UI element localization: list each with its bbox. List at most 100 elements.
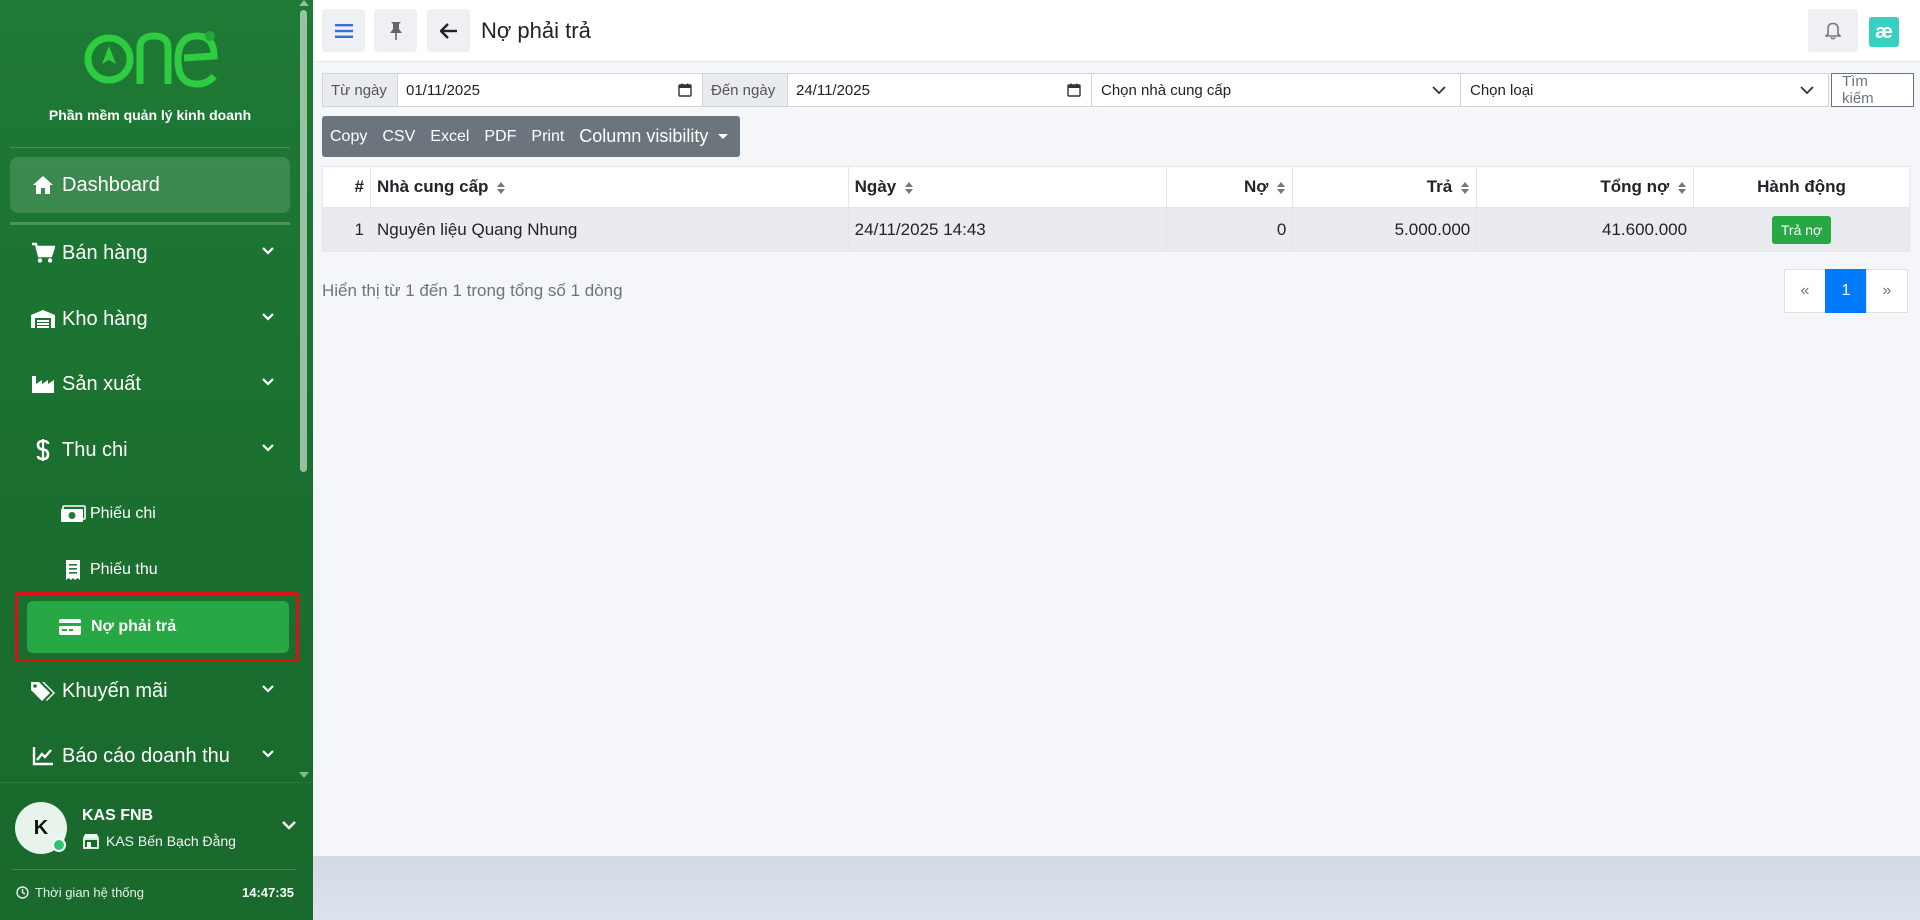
sidebar-subitem-label: Phiếu chi — [90, 505, 156, 522]
tags-icon — [30, 678, 56, 704]
sort-icon — [497, 181, 506, 194]
column-header-action: Hành động — [1693, 166, 1910, 208]
calendar-icon[interactable] — [678, 83, 692, 97]
chevron-down-icon — [262, 750, 274, 758]
cell-debt: 0 — [1166, 207, 1294, 252]
chevron-down-icon[interactable] — [282, 821, 296, 830]
pagination-prev[interactable]: « — [1784, 269, 1826, 313]
hamburger-icon — [334, 23, 353, 38]
pagination-next[interactable]: » — [1866, 269, 1908, 313]
csv-button[interactable]: CSV — [382, 128, 415, 146]
caret-down-icon — [718, 134, 729, 139]
chevron-down-icon — [1800, 86, 1814, 95]
notification-button[interactable] — [1808, 9, 1858, 52]
chevron-down-icon — [262, 444, 274, 452]
table-info: Hiển thị từ 1 đến 1 trong tổng số 1 dòng — [322, 281, 623, 300]
sidebar-scrollbar[interactable] — [300, 10, 307, 472]
brand-badge[interactable]: æ — [1869, 17, 1899, 47]
credit-card-icon — [57, 616, 83, 638]
brand: Phần mềm quản lý kinh doanh — [0, 28, 300, 123]
from-date-input[interactable]: 01/11/2025 — [398, 73, 703, 107]
sidebar-subitem-phieu-thu[interactable]: Phiếu thu — [60, 550, 158, 590]
supplier-select[interactable]: Chọn nhà cung cấp — [1092, 73, 1461, 107]
main-content: Nợ phải trả æ Từ ngày 01/11/2025 Đến ngà… — [313, 0, 1920, 920]
user-store: KAS Bến Bạch Đằng — [82, 833, 236, 849]
clock-icon — [16, 886, 29, 899]
one-logo — [84, 31, 218, 88]
system-time: 14:47:35 — [242, 885, 295, 900]
table-row: 1 Nguyên liệu Quang Nhung 24/11/2025 14:… — [322, 207, 1910, 252]
user-panel: K KAS FNB KAS Bến Bạch Đằng Thời gian hệ… — [0, 782, 313, 920]
sidebar-item-khuyen-mai[interactable]: Khuyến mãi — [10, 663, 290, 719]
type-select[interactable]: Chọn loại — [1461, 73, 1829, 107]
online-status-dot — [52, 838, 66, 852]
print-button[interactable]: Print — [531, 128, 564, 146]
excel-button[interactable]: Excel — [430, 128, 469, 146]
divider — [10, 147, 290, 148]
divider — [12, 869, 296, 870]
pin-button[interactable] — [374, 9, 417, 52]
scroll-up-arrow[interactable] — [299, 0, 309, 6]
factory-icon — [30, 371, 56, 397]
arrow-left-icon — [439, 22, 457, 39]
chevron-down-icon — [1432, 86, 1446, 95]
sidebar-item-kho-hang[interactable]: Kho hàng — [10, 291, 290, 347]
search-button[interactable]: Tìm kiếm — [1831, 73, 1914, 107]
sort-icon — [1678, 181, 1687, 194]
to-date-input[interactable]: 24/11/2025 — [788, 73, 1092, 107]
scroll-down-arrow[interactable] — [299, 772, 309, 778]
pagination: « 1 » — [1784, 269, 1908, 313]
column-header-supplier[interactable]: Nhà cung cấp — [369, 166, 849, 208]
pay-debt-button[interactable]: Trả nợ — [1771, 215, 1832, 244]
pdf-button[interactable]: PDF — [484, 128, 516, 146]
calendar-icon[interactable] — [1067, 83, 1081, 97]
money-bill-icon — [60, 502, 86, 526]
user-name: KAS FNB — [82, 807, 154, 824]
cell-index: 1 — [322, 207, 371, 252]
store-icon — [82, 833, 100, 849]
sort-icon — [1461, 181, 1470, 194]
cell-date: 24/11/2025 14:43 — [847, 207, 1168, 252]
column-header-total-debt[interactable]: Tổng nợ — [1476, 166, 1695, 208]
sidebar-subitem-phieu-chi[interactable]: Phiếu chi — [60, 494, 156, 534]
home-icon — [30, 172, 56, 198]
pagination-page-1[interactable]: 1 — [1825, 269, 1867, 313]
chevron-down-icon — [262, 685, 274, 693]
chart-line-icon — [30, 743, 56, 769]
column-header-debt[interactable]: Nợ — [1166, 166, 1294, 208]
sidebar-subitem-label: Phiếu thu — [90, 561, 158, 578]
column-visibility-label: Column visibility — [579, 126, 709, 146]
sidebar-subitem-no-phai-tra[interactable]: Nợ phải trả — [27, 601, 289, 653]
back-button[interactable] — [427, 9, 470, 52]
to-date-label: Đến ngày — [703, 73, 788, 107]
cart-icon — [30, 240, 56, 266]
cell-supplier: Nguyên liệu Quang Nhung — [369, 207, 849, 252]
sidebar-item-bao-cao-doanh-thu[interactable]: Báo cáo doanh thu — [10, 728, 290, 782]
column-header-date[interactable]: Ngày — [847, 166, 1168, 208]
chevron-down-icon — [262, 313, 274, 321]
type-placeholder: Chọn loại — [1470, 81, 1534, 99]
column-visibility-button[interactable]: Column visibility — [579, 126, 729, 147]
menu-toggle-button[interactable] — [322, 9, 365, 52]
system-time-label: Thời gian hệ thống — [16, 885, 144, 900]
copy-button[interactable]: Copy — [330, 128, 367, 146]
export-toolbar: Copy CSV Excel PDF Print Column visibili… — [322, 116, 740, 157]
column-header-paid[interactable]: Trả — [1292, 166, 1478, 208]
sidebar-item-ban-hang[interactable]: Bán hàng — [10, 225, 290, 281]
pin-icon — [389, 21, 402, 40]
sidebar-menu: Phần mềm quản lý kinh doanh Dashboard Bá… — [0, 0, 313, 782]
sidebar-item-dashboard[interactable]: Dashboard — [10, 157, 290, 213]
sidebar-subitem-label: Nợ phải trả — [91, 618, 177, 635]
sidebar-item-thu-chi[interactable]: Thu chi — [10, 422, 290, 478]
sidebar-item-label: Sản xuất — [62, 372, 141, 395]
topbar: Nợ phải trả æ — [313, 0, 1920, 62]
bell-icon — [1825, 22, 1841, 40]
sidebar-item-san-xuat[interactable]: Sản xuất — [10, 356, 290, 412]
sidebar-item-label: Bán hàng — [62, 241, 148, 264]
chevron-down-icon — [262, 247, 274, 255]
system-time-text: Thời gian hệ thống — [35, 885, 144, 900]
sort-icon — [1277, 181, 1286, 194]
cell-action: Trả nợ — [1693, 207, 1910, 252]
debt-table: # Nhà cung cấp Ngày Nợ Trả Tổng nợ Hành … — [322, 166, 1910, 252]
receipt-icon — [60, 558, 86, 582]
